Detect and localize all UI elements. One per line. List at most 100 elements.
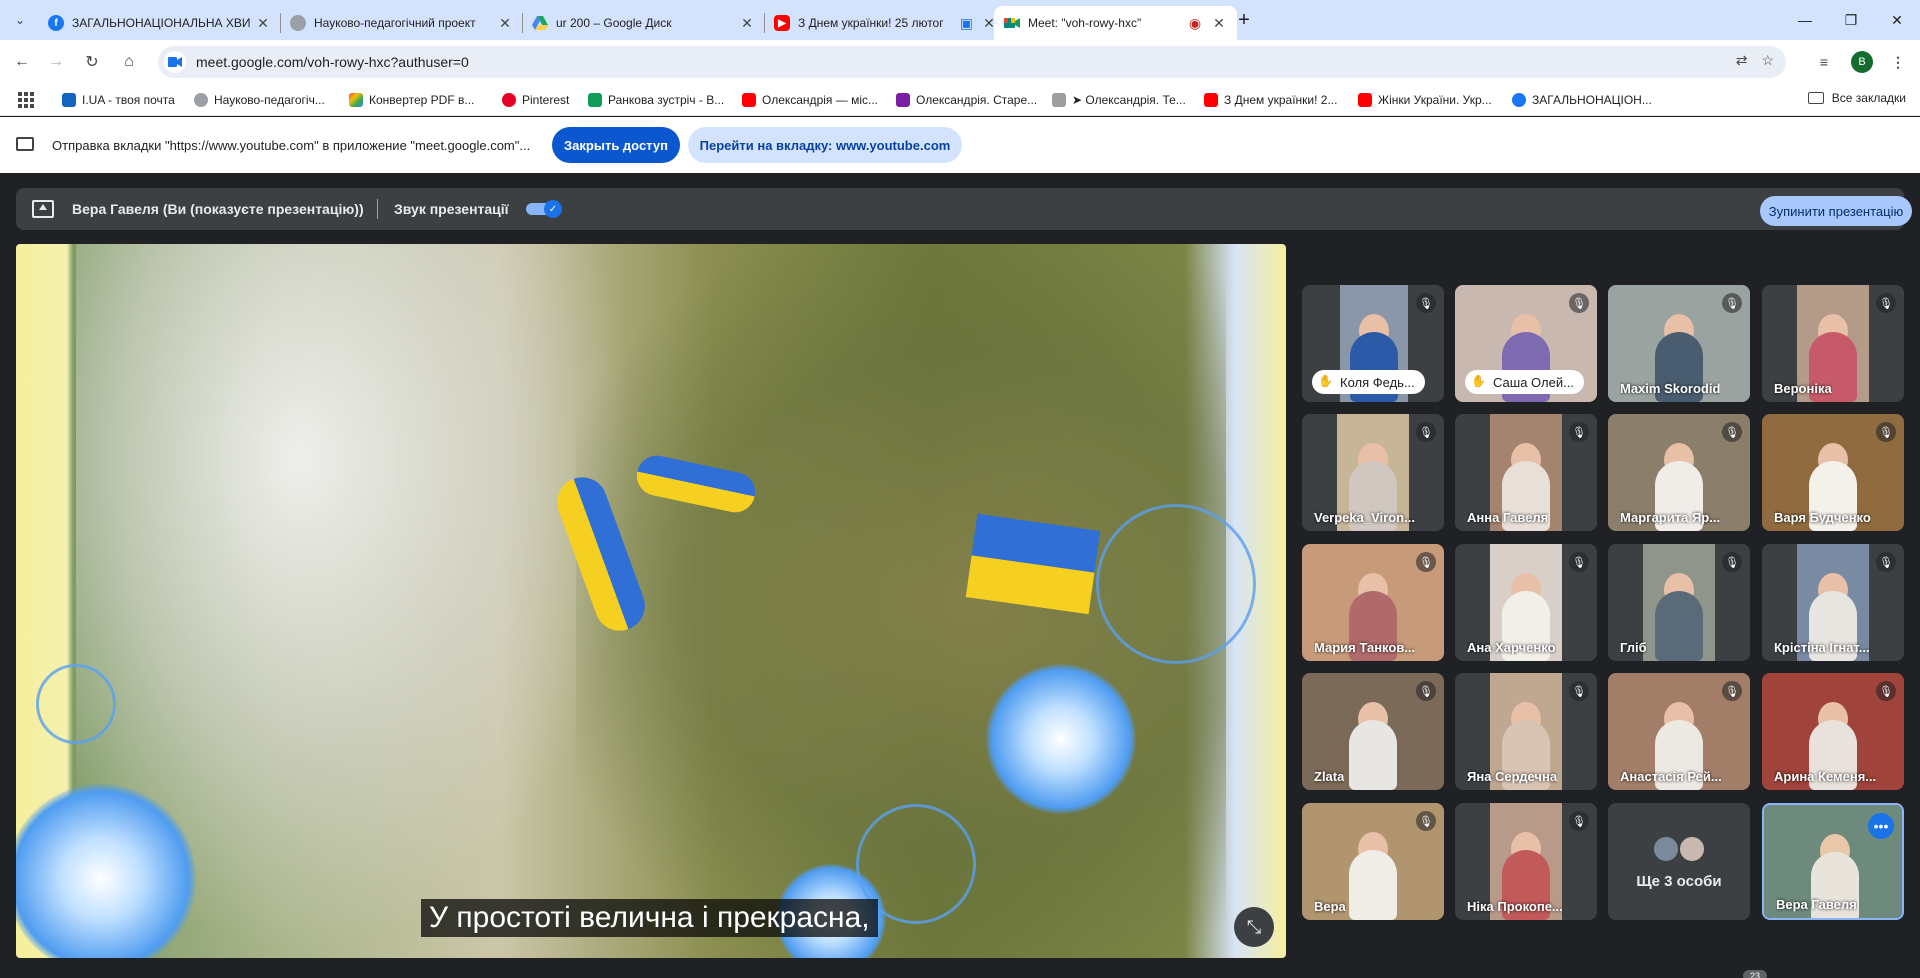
- all-bookmarks-button[interactable]: Все закладки: [1807, 91, 1906, 105]
- mic-off-icon: 🎙: [1722, 422, 1742, 442]
- participant-tile[interactable]: 🎙 ✋ Саша Олей...: [1455, 285, 1597, 402]
- tab-facebook[interactable]: f ЗАГАЛЬНОНАЦІОНАЛЬНА ХВИ ✕: [38, 6, 281, 40]
- back-icon[interactable]: ←: [8, 48, 36, 76]
- restore-icon[interactable]: ❐: [1828, 0, 1874, 40]
- apps-grid-icon[interactable]: [18, 92, 34, 108]
- tab-google-drive[interactable]: ur 200 – Google Диск ✕: [522, 6, 765, 40]
- bookmark-label: Pinterest: [522, 93, 570, 107]
- close-tab-icon[interactable]: ✕: [739, 15, 755, 32]
- presentation-stage: У простоті велична і прекрасна, ⤡: [16, 244, 1286, 958]
- bookmark-item[interactable]: ➤ Олександрія. Те...: [1052, 91, 1186, 109]
- bookmark-label: ЗАГАЛЬНОНАЦІОН...: [1532, 93, 1652, 107]
- bookmark-item[interactable]: Жінки України. Укр...: [1358, 91, 1492, 109]
- participant-tile[interactable]: 🎙 Маргарита Яр...: [1608, 414, 1750, 531]
- minimize-icon[interactable]: —: [1782, 0, 1828, 40]
- participant-name: Вера Гавеля: [1776, 897, 1857, 912]
- more-participants-tile[interactable]: Ще 3 особи: [1608, 803, 1750, 920]
- close-tab-icon[interactable]: ✕: [255, 15, 271, 32]
- iua-icon: [62, 93, 76, 107]
- participant-avatars: [1652, 835, 1712, 865]
- stop-presenting-button[interactable]: Зупинити презентацію: [1760, 196, 1912, 226]
- switch-to-tab-button[interactable]: Перейти на вкладку: www.youtube.com: [688, 127, 962, 163]
- bookmark-item[interactable]: Науково-педагогіч...: [194, 91, 325, 109]
- folder-icon: [1807, 92, 1824, 104]
- bookmark-item[interactable]: Ранкова зустріч - В...: [588, 91, 724, 109]
- media-control-icon[interactable]: ≡: [1812, 50, 1836, 74]
- profile-button[interactable]: B: [1850, 50, 1874, 74]
- close-tab-icon[interactable]: ✕: [497, 15, 513, 32]
- participant-name: Анастасія Рей...: [1620, 769, 1722, 784]
- all-bookmarks-label: Все закладки: [1831, 91, 1906, 105]
- participant-tile[interactable]: 🎙 Verpeka_Viron...: [1302, 414, 1444, 531]
- bookmark-item[interactable]: ЗАГАЛЬНОНАЦІОН...: [1512, 91, 1652, 109]
- facebook-icon: f: [48, 15, 64, 31]
- bookmark-label: I.UA - твоя почта: [82, 93, 175, 107]
- self-view-tile[interactable]: ••• Вера Гавеля: [1762, 803, 1904, 920]
- participant-tile[interactable]: 🎙 Вероніка: [1762, 285, 1904, 402]
- participant-tile[interactable]: 🎙 Крістіна Ігнат...: [1762, 544, 1904, 661]
- participant-name: Мария Танков...: [1314, 640, 1416, 655]
- translate-icon[interactable]: ⇄: [1736, 52, 1748, 69]
- facebook-icon: [1512, 93, 1526, 107]
- swirl-decoration: [36, 664, 116, 744]
- letter-a-icon: [896, 93, 910, 107]
- meet-content: Вера Гавеля (Ви (показуєте презентацію))…: [0, 173, 1920, 978]
- mic-off-icon: 🎙: [1876, 552, 1896, 572]
- participant-tile[interactable]: 🎙 Вера: [1302, 803, 1444, 920]
- new-tab-button[interactable]: +: [1230, 8, 1258, 32]
- tab-project[interactable]: Науково-педагогічний проект ✕: [280, 6, 523, 40]
- bookmark-item[interactable]: I.UA - твоя почта: [62, 91, 175, 109]
- more-options-icon[interactable]: •••: [1868, 813, 1894, 839]
- participant-name: Коля Федь...: [1340, 374, 1415, 390]
- ukraine-flag-patch: [965, 513, 1101, 615]
- bookmark-item[interactable]: Олександрія. Старе...: [896, 91, 1037, 109]
- participant-name: Саша Олей...: [1493, 374, 1574, 390]
- youtube-icon: [742, 93, 756, 107]
- menu-icon[interactable]: ⋮: [1886, 50, 1910, 74]
- participant-tile[interactable]: 🎙 Maxim Skorodid: [1608, 285, 1750, 402]
- bookmark-item[interactable]: Конвертер PDF в...: [349, 91, 474, 109]
- participant-tile[interactable]: 🎙 Zlata: [1302, 673, 1444, 790]
- reload-icon[interactable]: ↻: [78, 48, 106, 76]
- home-icon[interactable]: ⌂: [115, 48, 143, 76]
- participant-tile[interactable]: 🎙 Яна Сердечна: [1455, 673, 1597, 790]
- pinterest-icon: [502, 93, 516, 107]
- close-window-icon[interactable]: ✕: [1874, 0, 1920, 40]
- tab-title: ЗАГАЛЬНОНАЦІОНАЛЬНА ХВИ: [72, 16, 251, 30]
- bookmark-item[interactable]: Олександрія — міс...: [742, 91, 878, 109]
- tab-youtube[interactable]: ▶ З Днем українки! 25 лютог ▣ ✕: [764, 6, 1007, 40]
- mic-off-icon: 🎙: [1569, 422, 1589, 442]
- bookmark-star-icon[interactable]: ☆: [1761, 52, 1774, 69]
- participant-tile[interactable]: 🎙 Ана Харченко: [1455, 544, 1597, 661]
- youtube-icon: [1204, 93, 1218, 107]
- tab-meet[interactable]: Meet: "voh-rowy-hxc" ◉ ✕: [994, 6, 1237, 40]
- bookmark-label: Конвертер PDF в...: [369, 93, 475, 107]
- globe-icon: [290, 15, 306, 31]
- bookmark-item[interactable]: З Днем українки! 2...: [1204, 91, 1337, 109]
- participant-tile[interactable]: 🎙 Анна Гавеля: [1455, 414, 1597, 531]
- stop-sharing-button[interactable]: Закрыть доступ: [552, 127, 680, 163]
- close-tab-icon[interactable]: ✕: [1211, 15, 1227, 32]
- forward-icon[interactable]: →: [42, 48, 70, 76]
- mic-off-icon: 🎙: [1876, 681, 1896, 701]
- tab-search-icon[interactable]: ⌄: [6, 8, 34, 32]
- mic-off-icon: 🎙: [1876, 422, 1896, 442]
- meet-site-icon[interactable]: [164, 51, 186, 73]
- participant-tile[interactable]: 🎙 Гліб: [1608, 544, 1750, 661]
- participant-name: Крістіна Ігнат...: [1774, 640, 1870, 655]
- address-bar[interactable]: meet.google.com/voh-rowy-hxc?authuser=0 …: [158, 46, 1786, 78]
- youtube-icon: [1358, 93, 1372, 107]
- casting-icon: ▣: [959, 14, 973, 31]
- expand-collapse-icon[interactable]: ⤡: [1234, 907, 1274, 947]
- presentation-sound-toggle[interactable]: ✓: [526, 200, 562, 218]
- video-feed: [1643, 544, 1715, 661]
- presenter-label: Вера Гавеля (Ви (показуєте презентацію)): [72, 201, 364, 217]
- participant-tile[interactable]: 🎙 ✋ Коля Федь...: [1302, 285, 1444, 402]
- bookmark-item[interactable]: Pinterest: [502, 91, 569, 109]
- participant-tile[interactable]: 🎙 Мария Танков...: [1302, 544, 1444, 661]
- participant-tile[interactable]: 🎙 Ніка Прокопе...: [1455, 803, 1597, 920]
- participant-tile[interactable]: 🎙 Арина Кеменя...: [1762, 673, 1904, 790]
- participant-tile[interactable]: 🎙 Анастасія Рей...: [1608, 673, 1750, 790]
- participant-tile[interactable]: 🎙 Варя Будченко: [1762, 414, 1904, 531]
- hand-icon: ✋: [1318, 374, 1333, 388]
